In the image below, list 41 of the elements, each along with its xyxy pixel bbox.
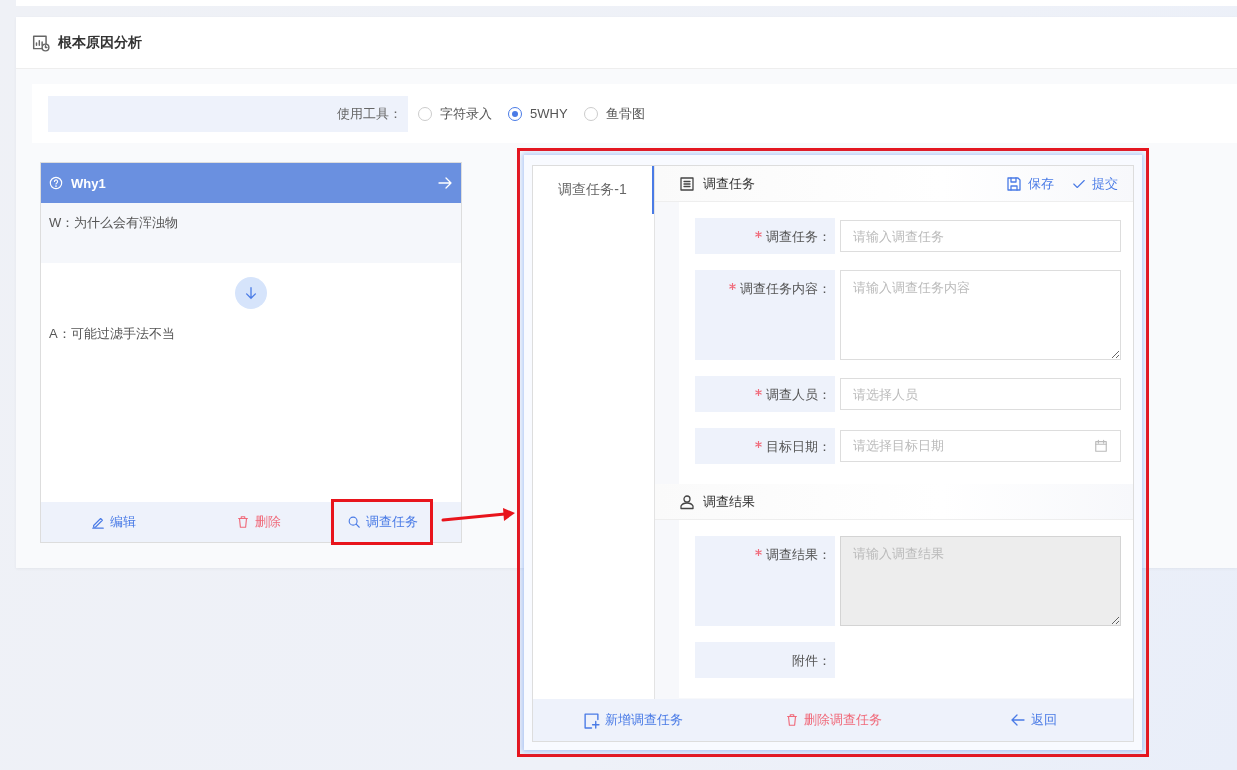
back-button[interactable]: 返回 bbox=[933, 699, 1133, 741]
search-button[interactable]: 调查任务 bbox=[331, 499, 433, 545]
search-icon bbox=[346, 515, 361, 529]
field-label: 调查结果： bbox=[766, 546, 831, 564]
field-label: 附件： bbox=[792, 652, 831, 670]
text-field[interactable]: 请输入调查任务 bbox=[840, 220, 1121, 252]
document-list-icon bbox=[679, 175, 695, 192]
text-area[interactable]: 请输入调查任务内容 bbox=[840, 270, 1121, 360]
submit-button[interactable]: 提交 bbox=[1072, 174, 1118, 193]
trash-icon bbox=[236, 515, 250, 529]
add-button[interactable]: 新增调查任务 bbox=[533, 699, 733, 741]
add-square-icon bbox=[583, 711, 600, 729]
why-title: Why1 bbox=[71, 175, 107, 191]
calendar-icon bbox=[1094, 439, 1108, 453]
field-label: 调查任务内容： bbox=[740, 280, 831, 298]
arrow-left-icon bbox=[1009, 712, 1026, 728]
tool-label: 使用工具： bbox=[337, 104, 402, 123]
arrow-right-icon bbox=[437, 175, 453, 191]
pencil-icon bbox=[91, 515, 105, 529]
answer-text: A：可能过滤手法不当 bbox=[49, 326, 175, 341]
question-text: W：为什么会有浑浊物 bbox=[49, 215, 179, 230]
user-icon bbox=[679, 493, 695, 510]
arrow-down-circle-icon bbox=[235, 277, 267, 309]
field-label: 调查任务： bbox=[766, 228, 831, 246]
delete-button[interactable]: 删除 bbox=[186, 502, 331, 542]
text-field[interactable]: 请选择人员 bbox=[840, 378, 1121, 410]
edit-button[interactable]: 编辑 bbox=[41, 502, 186, 542]
page-title: 根本原因分析 bbox=[58, 33, 142, 52]
section-title: 调查任务 bbox=[703, 174, 756, 193]
delete-button[interactable]: 删除调查任务 bbox=[733, 699, 933, 741]
save-button[interactable]: 保存 bbox=[1006, 174, 1054, 193]
radio-option[interactable]: 鱼骨图 bbox=[583, 104, 645, 123]
chart-report-icon bbox=[32, 33, 50, 52]
radio-option[interactable]: 5WHY bbox=[508, 106, 568, 121]
radio-option[interactable]: 字符录入 bbox=[418, 104, 492, 123]
field-label: 调查人员： bbox=[766, 386, 831, 404]
question-circle-icon bbox=[49, 176, 63, 190]
field-label: 目标日期： bbox=[766, 438, 831, 456]
trash-icon bbox=[784, 713, 799, 727]
section-title: 调查结果 bbox=[703, 492, 756, 511]
date-field[interactable]: 请选择目标日期 bbox=[840, 430, 1121, 462]
